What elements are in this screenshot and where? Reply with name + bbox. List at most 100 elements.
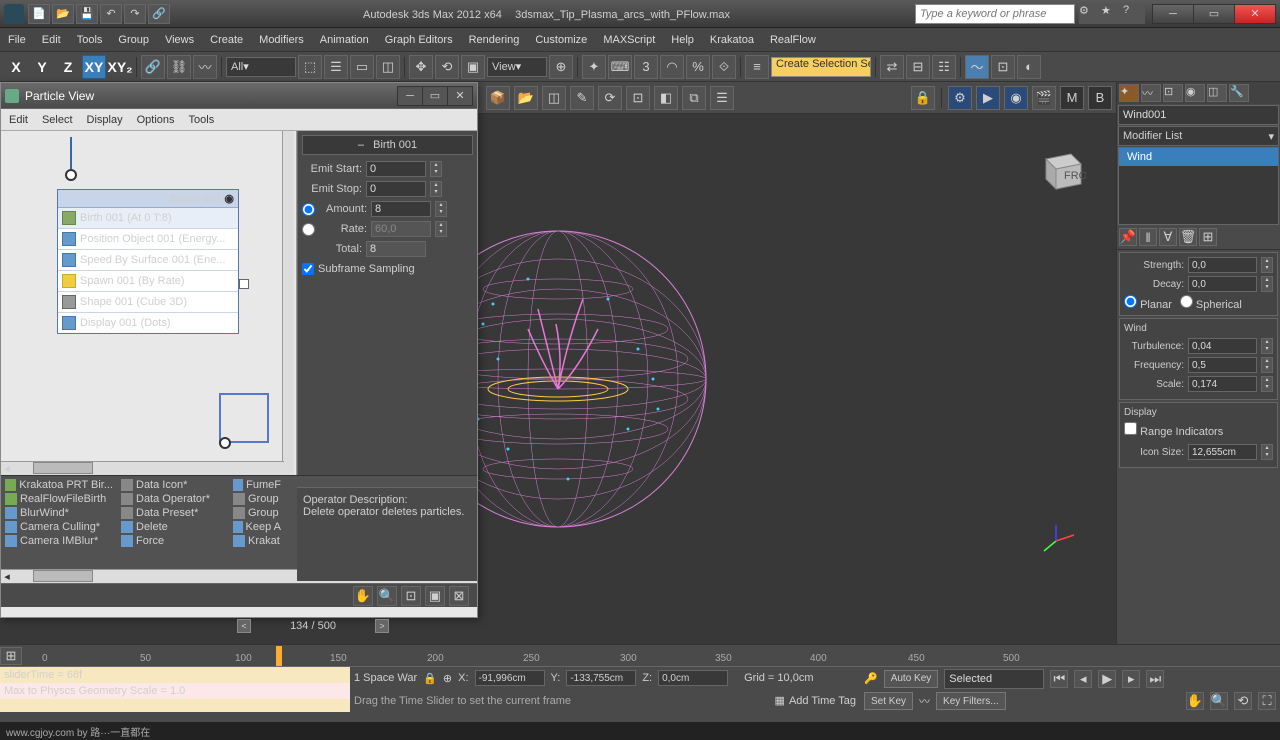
axis-x-button[interactable]: X <box>4 55 28 79</box>
container-update-icon[interactable]: ⟳ <box>598 86 622 110</box>
unlink-icon[interactable]: ⛓ <box>167 55 191 79</box>
schematic-view-icon[interactable]: ⊡ <box>991 55 1015 79</box>
prev-frame-icon[interactable]: ◂ <box>1074 670 1092 688</box>
depot-krakatoa-prt[interactable]: Krakatoa PRT Bir... <box>3 478 115 492</box>
key-lock-icon[interactable]: 🔑 <box>864 672 878 685</box>
pv-zoom-icon[interactable]: 🔍 <box>377 586 397 606</box>
pv-event-header[interactable]: Event 001 ◉ <box>58 190 238 208</box>
key-filter-dropdown[interactable]: Selected <box>944 669 1044 689</box>
bind-spacewarp-icon[interactable]: 〰 <box>193 55 217 79</box>
select-object-icon[interactable]: ⬚ <box>298 55 322 79</box>
menu-krakatoa[interactable]: Krakatoa <box>710 34 754 46</box>
menu-file[interactable]: File <box>8 34 26 46</box>
menu-create[interactable]: Create <box>210 34 243 46</box>
scale-icon[interactable]: ▣ <box>461 55 485 79</box>
menu-help[interactable]: Help <box>671 34 694 46</box>
menu-edit[interactable]: Edit <box>42 34 61 46</box>
depot-data-operator[interactable]: Data Operator* <box>119 492 227 506</box>
pv-vscrollbar[interactable] <box>282 131 294 475</box>
qat-open-icon[interactable]: 📂 <box>52 4 74 24</box>
pv-op-position[interactable]: Position Object 001 (Energy... <box>58 229 238 250</box>
container-local-icon[interactable]: ◧ <box>654 86 678 110</box>
selection-filter-dropdown[interactable]: All ▾ <box>226 57 296 77</box>
menu-grapheditors[interactable]: Graph Editors <box>385 34 453 46</box>
pv-menu-options[interactable]: Options <box>137 114 175 126</box>
percent-snap-icon[interactable]: % <box>686 55 710 79</box>
menu-maxscript[interactable]: MAXScript <box>603 34 655 46</box>
infocenter-icon[interactable]: ⚙ <box>1079 4 1101 24</box>
pv-slider-prev[interactable]: < <box>237 619 251 633</box>
frequency-spinner[interactable]: ▴▾ <box>1261 357 1273 373</box>
emit-start-spinner[interactable]: ▴▾ <box>430 161 442 177</box>
container-inherit-icon[interactable]: ◫ <box>542 86 566 110</box>
lock-icon[interactable]: 🔒 <box>911 86 935 110</box>
pv-no-zoom-icon[interactable]: ⊠ <box>449 586 469 606</box>
render-dialog-icon[interactable]: ◉ <box>1004 86 1028 110</box>
depot-camera-culling[interactable]: Camera Culling* <box>3 520 115 534</box>
tab-modify-icon[interactable]: 〰 <box>1141 84 1161 102</box>
angle-snap-icon[interactable]: ◠ <box>660 55 684 79</box>
pv-menu-display[interactable]: Display <box>87 114 123 126</box>
curve-editor-icon[interactable]: 〜 <box>965 55 989 79</box>
container-override-icon[interactable]: ⊡ <box>626 86 650 110</box>
material-editor-icon[interactable]: ◐ <box>1017 55 1041 79</box>
pv-menu-tools[interactable]: Tools <box>189 114 215 126</box>
vp-maximize-icon[interactable]: ⛶ <box>1258 692 1276 710</box>
menu-customize[interactable]: Customize <box>535 34 587 46</box>
strength-spinner[interactable]: ▴▾ <box>1261 257 1273 273</box>
coord-x-input[interactable]: -91,996cm <box>475 670 545 686</box>
pv-hscrollbar[interactable]: ◂ <box>1 461 284 475</box>
layers-icon[interactable]: ☷ <box>932 55 956 79</box>
play-icon[interactable]: ▶ <box>1098 670 1116 688</box>
frequency-input[interactable]: 0,5 <box>1188 357 1257 373</box>
pv-menu-select[interactable]: Select <box>42 114 73 126</box>
tab-hierarchy-icon[interactable]: ⊡ <box>1163 84 1183 102</box>
tab-create-icon[interactable]: ✦ <box>1119 84 1139 102</box>
turbulence-input[interactable]: 0,04 <box>1188 338 1257 354</box>
turbulence-spinner[interactable]: ▴▾ <box>1261 338 1273 354</box>
window-crossing-icon[interactable]: ◫ <box>376 55 400 79</box>
setkey-button[interactable]: Set Key <box>864 692 913 710</box>
stack-item-wind[interactable]: Wind <box>1119 148 1278 166</box>
app-icon[interactable] <box>4 4 24 24</box>
depot-krakatoa2[interactable]: Krakat <box>231 534 283 548</box>
scale-input[interactable]: 0,174 <box>1188 376 1257 392</box>
mxs-icon[interactable]: M <box>1060 86 1084 110</box>
rotate-icon[interactable]: ⟲ <box>435 55 459 79</box>
depot-group2[interactable]: Group <box>231 506 283 520</box>
menu-animation[interactable]: Animation <box>320 34 369 46</box>
pv-op-spawn[interactable]: Spawn 001 (By Rate) <box>58 271 238 292</box>
add-time-tag[interactable]: Add Time Tag <box>789 695 856 707</box>
menu-realflow[interactable]: RealFlow <box>770 34 816 46</box>
scale-spinner[interactable]: ▴▾ <box>1261 376 1273 392</box>
modifier-stack[interactable]: Wind <box>1118 147 1279 225</box>
pv-slider-value[interactable]: 134 / 500 <box>251 620 375 632</box>
snap-toggle-icon[interactable]: 3 <box>634 55 658 79</box>
tab-motion-icon[interactable]: ◉ <box>1185 84 1205 102</box>
ref-coord-dropdown[interactable]: View ▾ <box>487 57 547 77</box>
pv-out-connector[interactable] <box>239 279 249 289</box>
emit-stop-spinner[interactable]: ▴▾ <box>430 181 442 197</box>
pv-menu-edit[interactable]: Edit <box>9 114 28 126</box>
object-name-field[interactable]: Wind001 <box>1118 105 1279 125</box>
lock-selection-icon[interactable]: 🔒 <box>423 672 437 685</box>
depot-data-icon[interactable]: Data Icon* <box>119 478 227 492</box>
pv-op-shape[interactable]: Shape 001 (Cube 3D) <box>58 292 238 313</box>
maximize-button[interactable]: ▭ <box>1193 4 1235 24</box>
mirror-icon[interactable]: ⇄ <box>880 55 904 79</box>
qat-undo-icon[interactable]: ↶ <box>100 4 122 24</box>
depot-camera-imblur[interactable]: Camera IMBlur* <box>3 534 115 548</box>
goto-end-icon[interactable]: ⏭ <box>1146 670 1164 688</box>
tab-utilities-icon[interactable]: 🔧 <box>1229 84 1249 102</box>
emit-start-input[interactable]: 0 <box>366 161 426 177</box>
emit-stop-input[interactable]: 0 <box>366 181 426 197</box>
pivot-icon[interactable]: ⊕ <box>549 55 573 79</box>
goto-start-icon[interactable]: ⏮ <box>1050 670 1068 688</box>
pv-zoom-region-icon[interactable]: ⊡ <box>401 586 421 606</box>
vp-zoom-icon[interactable]: 🔍 <box>1210 692 1228 710</box>
viewcube[interactable]: FRONT <box>1036 144 1086 194</box>
decay-input[interactable]: 0,0 <box>1188 276 1257 292</box>
align-icon[interactable]: ⊟ <box>906 55 930 79</box>
depot-group1[interactable]: Group <box>231 492 283 506</box>
pv-op-display[interactable]: Display 001 (Dots) <box>58 313 238 333</box>
